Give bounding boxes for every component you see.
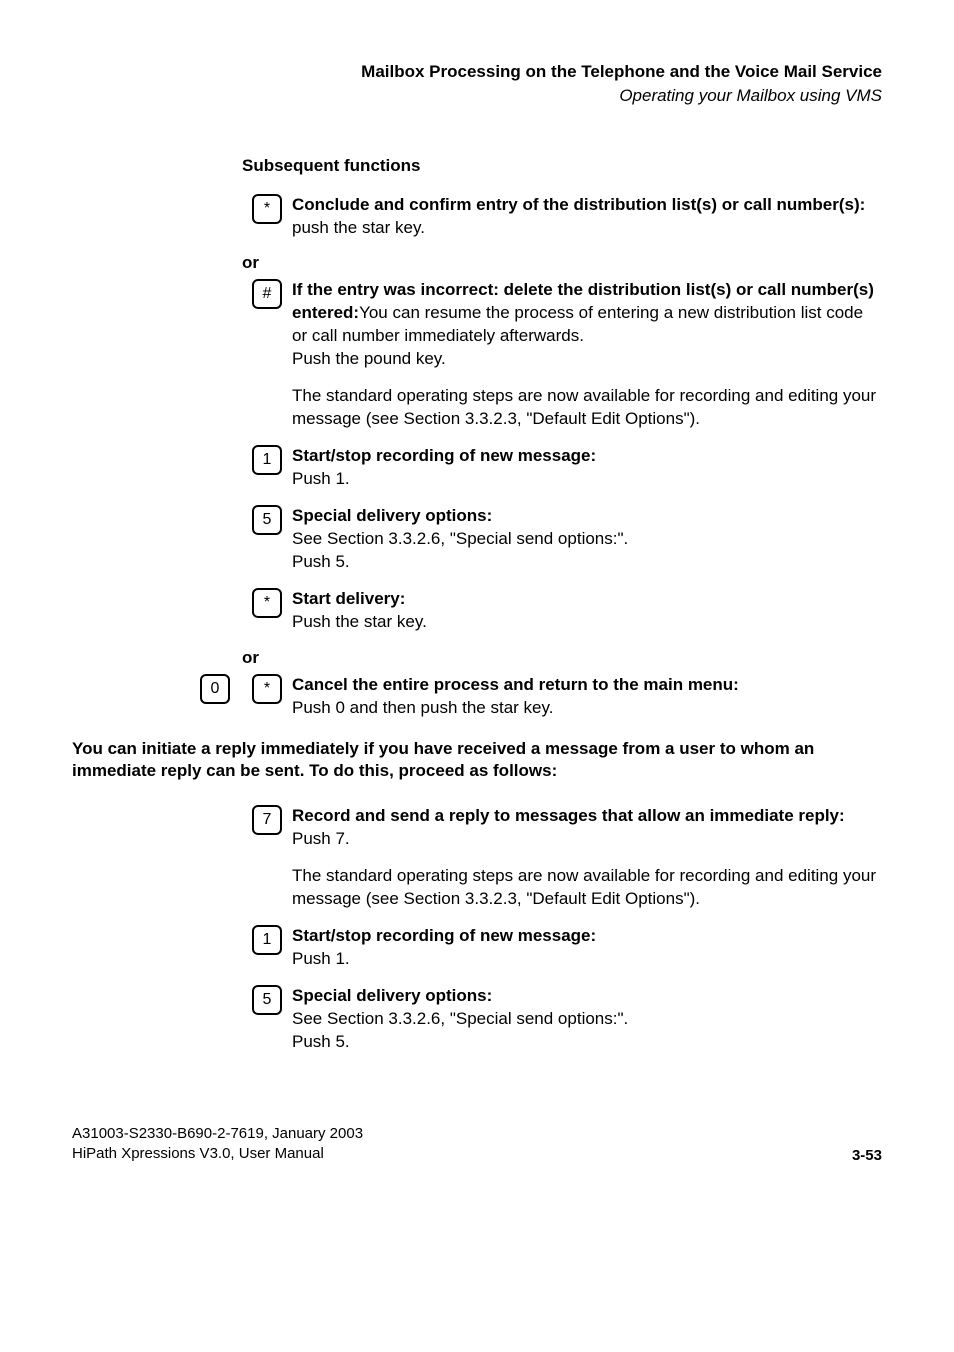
page-number: 3-53 <box>852 1147 882 1164</box>
record-reply-bold: Record and send a reply to messages that… <box>292 806 845 825</box>
special-delivery-bold: Special delivery options: <box>292 506 492 525</box>
or-separator: or <box>242 648 882 668</box>
incorrect-entry-item: # If the entry was incorrect: delete the… <box>242 279 882 371</box>
footer-doc-id: A31003-S2330-B690-2-7619, January 2003 <box>72 1124 363 1144</box>
star-key-icon: * <box>252 194 282 224</box>
star-key-icon: * <box>252 588 282 618</box>
header-subtitle: Operating your Mailbox using VMS <box>72 84 882 108</box>
start-delivery-bold: Start delivery: <box>292 589 405 608</box>
key-0-icon: 0 <box>200 674 230 704</box>
page-header: Mailbox Processing on the Telephone and … <box>72 60 882 108</box>
footer-doc-title: HiPath Xpressions V3.0, User Manual <box>72 1144 363 1164</box>
pound-key-icon: # <box>252 279 282 309</box>
record-reply-item: 7 Record and send a reply to messages th… <box>242 805 882 851</box>
conclude-entry-item: * Conclude and confirm entry of the dist… <box>242 194 882 240</box>
startstop-recording-text: Push 1. <box>292 949 350 968</box>
cancel-process-bold: Cancel the entire process and return to … <box>292 675 739 694</box>
or-separator: or <box>242 253 882 273</box>
startstop-recording-text: Push 1. <box>292 469 350 488</box>
startstop-recording-item: 1 Start/stop recording of new message: P… <box>242 445 882 491</box>
special-delivery-text1: See Section 3.3.2.6, "Special send optio… <box>292 1009 628 1028</box>
page-footer: A31003-S2330-B690-2-7619, January 2003 H… <box>72 1124 882 1165</box>
conclude-entry-bold: Conclude and confirm entry of the distri… <box>292 195 865 214</box>
star-key-icon: * <box>252 674 282 704</box>
conclude-entry-text: push the star key. <box>292 218 425 237</box>
key-5-icon: 5 <box>252 985 282 1015</box>
incorrect-entry-text1: You can resume the process of entering a… <box>292 303 863 345</box>
special-delivery-bold: Special delivery options: <box>292 986 492 1005</box>
startstop-recording-bold: Start/stop recording of new message: <box>292 446 596 465</box>
special-delivery-text2: Push 5. <box>292 552 350 571</box>
record-reply-text: Push 7. <box>292 829 350 848</box>
header-title: Mailbox Processing on the Telephone and … <box>72 60 882 84</box>
standard-steps-paragraph: The standard operating steps are now ava… <box>292 385 882 431</box>
key-1-icon: 1 <box>252 925 282 955</box>
cancel-process-text: Push 0 and then push the star key. <box>292 698 553 717</box>
standard-steps-paragraph: The standard operating steps are now ava… <box>292 865 882 911</box>
special-delivery-text2: Push 5. <box>292 1032 350 1051</box>
startstop-recording-bold: Start/stop recording of new message: <box>292 926 596 945</box>
key-5-icon: 5 <box>252 505 282 535</box>
cancel-process-item: 0 * Cancel the entire process and return… <box>192 674 882 720</box>
start-delivery-text: Push the star key. <box>292 612 427 631</box>
startstop-recording-item: 1 Start/stop recording of new message: P… <box>242 925 882 971</box>
special-delivery-text1: See Section 3.3.2.6, "Special send optio… <box>292 529 628 548</box>
subsequent-functions-heading: Subsequent functions <box>242 156 882 176</box>
start-delivery-item: * Start delivery: Push the star key. <box>242 588 882 634</box>
special-delivery-item: 5 Special delivery options: See Section … <box>242 985 882 1054</box>
incorrect-entry-text2: Push the pound key. <box>292 349 446 368</box>
key-7-icon: 7 <box>252 805 282 835</box>
key-1-icon: 1 <box>252 445 282 475</box>
special-delivery-item: 5 Special delivery options: See Section … <box>242 505 882 574</box>
reply-intro-paragraph: You can initiate a reply immediately if … <box>72 738 882 784</box>
